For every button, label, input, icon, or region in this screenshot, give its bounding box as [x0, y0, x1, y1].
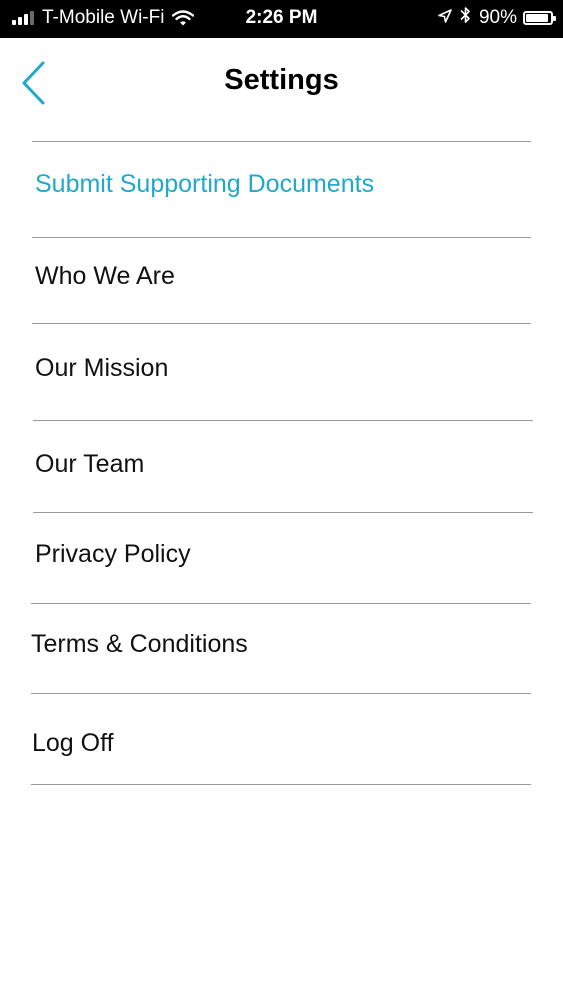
menu-divider [33, 512, 533, 513]
menu-item-our-team[interactable]: Our Team [35, 444, 144, 484]
menu-divider [32, 323, 531, 324]
menu-divider [32, 141, 531, 142]
battery-icon [523, 11, 556, 25]
menu-item-who-we-are[interactable]: Who We Are [35, 256, 175, 296]
status-bar: T-Mobile Wi-Fi 2:26 PM 90% [0, 0, 563, 38]
menu-divider [32, 237, 531, 238]
menu-divider [31, 603, 531, 604]
navigation-header: Settings [0, 38, 563, 128]
battery-level-fill [526, 14, 548, 22]
menu-divider [31, 784, 531, 785]
page-title: Settings [224, 64, 339, 96]
bluetooth-icon [460, 6, 471, 30]
menu-divider [33, 420, 533, 421]
menu-item-log-off[interactable]: Log Off [32, 723, 114, 763]
status-bar-right: 90% [438, 6, 556, 30]
menu-item-submit-supporting-documents[interactable]: Submit Supporting Documents [35, 164, 374, 204]
menu-item-our-mission[interactable]: Our Mission [35, 348, 168, 388]
menu-item-terms-conditions[interactable]: Terms & Conditions [31, 624, 248, 664]
location-arrow-icon [438, 7, 452, 29]
menu-item-privacy-policy[interactable]: Privacy Policy [35, 534, 191, 574]
menu-divider [31, 693, 531, 694]
battery-cap [553, 16, 556, 21]
battery-percent: 90% [478, 7, 517, 28]
